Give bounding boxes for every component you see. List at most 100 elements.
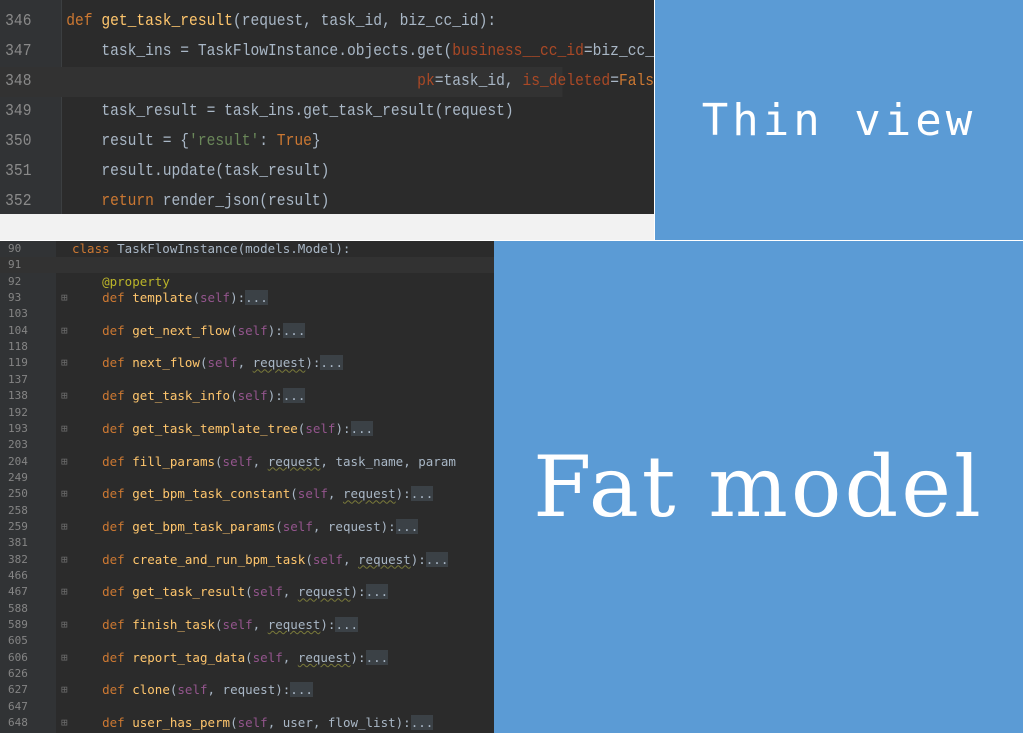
code-token: (: [192, 290, 200, 306]
code-token: self: [199, 290, 231, 306]
code-token: return: [101, 192, 163, 211]
code-token: ):: [335, 420, 351, 436]
code-line[interactable]: 103: [0, 306, 494, 322]
code-line[interactable]: 138 ⊞ def get_task_info(self):...: [0, 388, 494, 404]
code-token: get_task_result: [132, 584, 246, 600]
code-text: @property: [72, 274, 170, 290]
line-number: 351: [5, 162, 32, 181]
code-token: self: [312, 551, 343, 567]
code-line[interactable]: 381: [0, 535, 494, 551]
code-line[interactable]: 137: [0, 372, 494, 388]
code-text: def get_task_result(self, request):...: [72, 584, 389, 600]
code-line[interactable]: 626: [0, 666, 494, 682]
code-line[interactable]: 90 class TaskFlowInstance(models.Model):: [0, 241, 494, 257]
code-line[interactable]: 346 def get_task_result(request, task_id,…: [0, 7, 562, 37]
code-line[interactable]: 627 ⊞ def clone(self, request):...: [0, 682, 494, 698]
code-line[interactable]: 605: [0, 633, 494, 649]
code-line[interactable]: 119 ⊞ def next_flow(self, request):...: [0, 355, 494, 371]
code-token: , request):: [312, 518, 396, 534]
fat-model-panel: Fat model: [494, 241, 1023, 733]
top-code-editor[interactable]: 346 def get_task_result(request, task_id,…: [0, 0, 654, 214]
fold-toggle-icon[interactable]: ⊞: [61, 323, 68, 339]
code-line[interactable]: 466: [0, 568, 494, 584]
fold-toggle-icon[interactable]: ⊞: [61, 584, 68, 600]
code-token: get_task_template_tree: [132, 420, 298, 436]
code-token: (: [290, 486, 298, 502]
code-line[interactable]: 647: [0, 699, 494, 715]
code-token: finish_task: [132, 617, 216, 633]
fold-toggle-icon[interactable]: ⊞: [61, 617, 68, 633]
code-token: =task_id,: [434, 72, 523, 91]
fold-toggle-icon[interactable]: ⊞: [61, 519, 68, 535]
code-line[interactable]: 92 @property: [0, 274, 494, 290]
code-line[interactable]: 382 ⊞ def create_and_run_bpm_task(self, r…: [0, 551, 494, 568]
line-number: 352: [5, 192, 32, 211]
code-line[interactable]: 347 task_ins = TaskFlowInstance.objects.…: [0, 37, 654, 67]
code-token: self: [252, 649, 283, 665]
code-line[interactable]: 259 ⊞ def get_bpm_task_params(self, reque…: [0, 518, 494, 535]
bottom-code-editor[interactable]: 90 class TaskFlowInstance(models.Model): 9…: [0, 241, 494, 733]
code-line[interactable]: 588: [0, 601, 494, 617]
line-number: 118: [8, 340, 28, 354]
fold-toggle-icon[interactable]: ⊞: [61, 552, 68, 568]
line-number: 250: [8, 487, 28, 501]
code-token: clone: [132, 682, 170, 698]
fold-toggle-icon[interactable]: ⊞: [61, 682, 68, 698]
line-number: 349: [5, 102, 32, 121]
code-token: True: [276, 132, 312, 151]
code-token: (: [230, 322, 238, 338]
code-line[interactable]: 589 ⊞ def finish_task(self, request):...: [0, 617, 494, 633]
code-line[interactable]: 467 ⊞ def get_task_result(self, request):…: [0, 584, 494, 600]
code-token: report_tag_data: [132, 649, 246, 665]
code-line[interactable]: 348 pk=task_id, is_deleted=False): [0, 67, 654, 97]
code-line[interactable]: 93 ⊞ def template(self):...: [0, 290, 494, 306]
code-text: result.update(task_result): [66, 157, 329, 187]
code-line[interactable]: 203: [0, 437, 494, 453]
line-number: 350: [5, 132, 32, 151]
code-token: next_flow: [132, 355, 200, 371]
fold-toggle-icon[interactable]: ⊞: [61, 355, 68, 371]
line-number: 627: [8, 683, 28, 697]
fold-toggle-icon[interactable]: ⊞: [61, 388, 68, 404]
line-number: 93: [8, 291, 22, 305]
code-line[interactable]: 249: [0, 470, 494, 486]
fold-toggle-icon[interactable]: ⊞: [61, 486, 68, 502]
code-line[interactable]: 192: [0, 405, 494, 421]
code-line[interactable]: 606 ⊞ def report_tag_data(self, request):…: [0, 649, 494, 666]
fold-toggle-icon[interactable]: ⊞: [61, 290, 68, 306]
code-token: (: [230, 715, 238, 731]
code-token: ...: [365, 584, 389, 600]
code-line[interactable]: 351 result.update(task_result): [0, 157, 562, 187]
code-token: ,: [282, 649, 298, 665]
code-line[interactable]: 204 ⊞ def fill_params(self, request, task…: [0, 454, 494, 470]
code-line[interactable]: 193 ⊞ def get_task_template_tree(self):..…: [0, 420, 494, 437]
fold-toggle-icon[interactable]: ⊞: [61, 454, 68, 470]
fold-toggle-icon[interactable]: ⊞: [61, 650, 68, 666]
code-line[interactable]: 258: [0, 503, 494, 519]
code-line[interactable]: 352 return render_json(result): [0, 187, 562, 214]
code-token: (: [215, 453, 223, 469]
fold-toggle-icon[interactable]: ⊞: [61, 421, 68, 437]
code-token: @property: [102, 273, 170, 289]
code-token: def: [102, 420, 133, 436]
code-line[interactable]: 104 ⊞ def get_next_flow(self):...: [0, 322, 494, 339]
code-line[interactable]: 349 task_result = task_ins.get_task_resu…: [0, 97, 562, 127]
thin-view-label: Thin view: [701, 94, 977, 146]
code-token: ):: [320, 617, 336, 633]
code-line[interactable]: 350 result = {'result': True}: [0, 127, 562, 157]
code-token: ):: [267, 322, 283, 338]
code-token: ,: [282, 584, 298, 600]
code-line[interactable]: 91: [0, 257, 494, 274]
fold-toggle-icon[interactable]: ⊞: [61, 715, 68, 731]
code-token: ...: [410, 715, 434, 731]
code-line[interactable]: 648 ⊞ def user_has_perm(self, user, flow_…: [0, 715, 494, 731]
code-line[interactable]: 118: [0, 339, 494, 355]
code-token: , request):: [207, 682, 291, 698]
line-number: 605: [8, 634, 28, 648]
code-token: ):: [230, 290, 246, 306]
code-line[interactable]: 250 ⊞ def get_bpm_task_constant(self, req…: [0, 486, 494, 502]
